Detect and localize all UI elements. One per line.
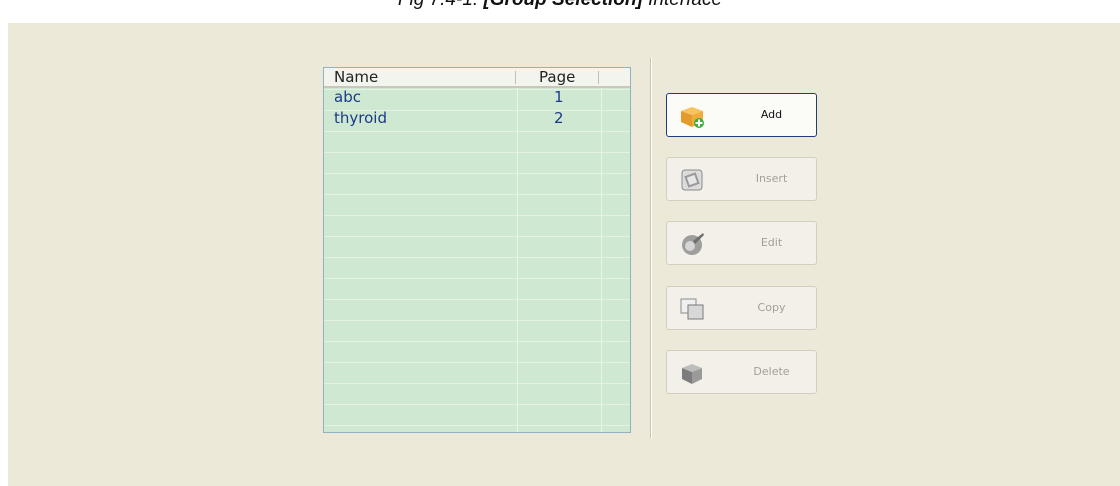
add-button[interactable]: Add bbox=[666, 93, 817, 137]
copy-icon bbox=[679, 296, 705, 322]
grid-line bbox=[324, 236, 630, 237]
header-separator bbox=[515, 71, 516, 84]
grid-line bbox=[601, 88, 602, 432]
vertical-divider-highlight bbox=[651, 58, 652, 438]
copy-button-label: Copy bbox=[757, 301, 786, 314]
add-button-label: Add bbox=[760, 108, 783, 121]
grid-line bbox=[324, 278, 630, 279]
grid-line bbox=[517, 88, 518, 432]
grid-line bbox=[324, 404, 630, 405]
grid-line bbox=[324, 383, 630, 384]
grid-line bbox=[324, 131, 630, 132]
insert-button-label: Insert bbox=[755, 172, 788, 185]
grid-line bbox=[324, 362, 630, 363]
copy-button[interactable]: Copy bbox=[666, 286, 817, 330]
figure-caption: Fig 7.4-1: [Group Selection] Interface bbox=[0, 0, 1120, 11]
grid-line bbox=[324, 299, 630, 300]
list-row[interactable]: thyroid 2 bbox=[324, 111, 630, 126]
row-name: abc bbox=[334, 88, 361, 106]
grid-line bbox=[324, 173, 630, 174]
list-row[interactable]: abc 1 bbox=[324, 90, 630, 105]
edit-button-label: Edit bbox=[760, 236, 783, 249]
row-page: 1 bbox=[554, 88, 564, 106]
delete-button[interactable]: Delete bbox=[666, 350, 817, 394]
grid-line bbox=[324, 341, 630, 342]
grid-line bbox=[324, 320, 630, 321]
column-header-name[interactable]: Name bbox=[334, 68, 378, 86]
grid-line bbox=[324, 425, 630, 426]
delete-button-label: Delete bbox=[753, 365, 790, 378]
row-name: thyroid bbox=[334, 109, 387, 127]
insert-icon bbox=[679, 167, 705, 193]
edit-icon bbox=[679, 231, 705, 257]
grid-line bbox=[324, 194, 630, 195]
row-page: 2 bbox=[554, 109, 564, 127]
list-header: Name Page bbox=[324, 68, 630, 88]
insert-button[interactable]: Insert bbox=[666, 157, 817, 201]
grid-line bbox=[324, 257, 630, 258]
grid-line bbox=[324, 215, 630, 216]
grid-line bbox=[324, 152, 630, 153]
box-add-icon bbox=[679, 103, 705, 129]
group-list[interactable]: Name Page abc 1 thyroid 2 bbox=[323, 67, 631, 433]
edit-button[interactable]: Edit bbox=[666, 221, 817, 265]
header-separator bbox=[598, 71, 599, 84]
caption-group-selection: [Group Selection] bbox=[483, 0, 642, 10]
delete-icon bbox=[679, 360, 705, 386]
column-header-page[interactable]: Page bbox=[539, 68, 575, 86]
